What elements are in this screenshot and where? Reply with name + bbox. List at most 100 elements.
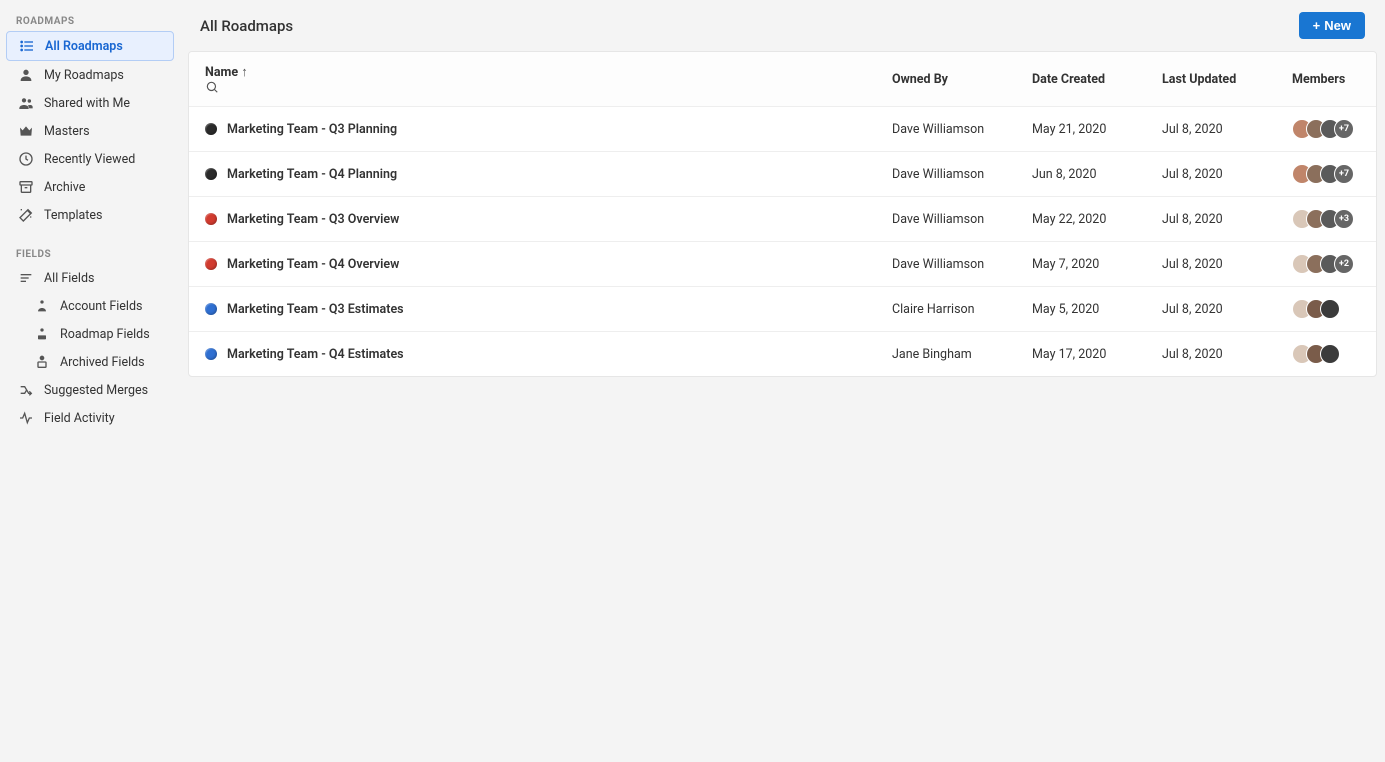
sidebar-item-field-activity[interactable]: Field Activity — [6, 404, 174, 432]
roadmap-name: Marketing Team - Q3 Estimates — [227, 302, 404, 317]
created-cell: May 21, 2020 — [1016, 107, 1146, 152]
avatar-more[interactable]: +2 — [1334, 254, 1354, 274]
updated-cell: Jul 8, 2020 — [1146, 152, 1276, 197]
sidebar-item-label: Recently Viewed — [44, 152, 135, 167]
sidebar-item-shared-with-me[interactable]: Shared with Me — [6, 89, 174, 117]
sidebar-item-recently-viewed[interactable]: Recently Viewed — [6, 145, 174, 173]
table-row[interactable]: Marketing Team - Q3 PlanningDave William… — [189, 107, 1376, 152]
archive-icon — [16, 179, 36, 195]
updated-cell: Jul 8, 2020 — [1146, 107, 1276, 152]
members-cell: +3 — [1276, 197, 1376, 242]
sidebar-item-label: My Roadmaps — [44, 68, 124, 83]
column-header-created[interactable]: Date Created — [1016, 52, 1146, 107]
sidebar-item-masters[interactable]: Masters — [6, 117, 174, 145]
header: All Roadmaps + New — [188, 8, 1377, 51]
sort-asc-icon[interactable]: ↑ — [241, 65, 248, 80]
sidebar-title-roadmaps: ROADMAPS — [6, 10, 174, 31]
color-dot-icon — [205, 123, 217, 135]
color-dot-icon — [205, 168, 217, 180]
members-cell — [1276, 332, 1376, 377]
owner-cell: Dave Williamson — [876, 197, 1016, 242]
activity-icon — [16, 410, 36, 426]
updated-cell: Jul 8, 2020 — [1146, 197, 1276, 242]
table-row[interactable]: Marketing Team - Q3 Estimates Claire Harr… — [189, 287, 1376, 332]
sidebar-item-label: Templates — [44, 208, 102, 223]
sidebar: ROADMAPS All Roadmaps My Roadmaps Shared… — [0, 0, 180, 762]
owner-cell: Claire Harrison — [876, 287, 1016, 332]
lines-icon — [16, 270, 36, 286]
members-cell: +7 — [1276, 152, 1376, 197]
column-header-name[interactable]: Name ↑ — [189, 52, 876, 107]
roadmaps-table: Name ↑ Owned By Date Created Last Update… — [188, 51, 1377, 377]
created-cell: May 22, 2020 — [1016, 197, 1146, 242]
sidebar-item-archive[interactable]: Archive — [6, 173, 174, 201]
roadmap-name: Marketing Team - Q3 Overview — [227, 212, 399, 227]
sidebar-item-account-fields[interactable]: Account Fields — [6, 292, 174, 320]
new-button-label: New — [1324, 18, 1351, 33]
roadmap-name: Marketing Team - Q4 Planning — [227, 167, 397, 182]
table-row[interactable]: Marketing Team - Q3 Overview Dave William… — [189, 197, 1376, 242]
sidebar-item-my-roadmaps[interactable]: My Roadmaps — [6, 61, 174, 89]
page-title: All Roadmaps — [200, 17, 293, 35]
sidebar-item-all-roadmaps[interactable]: All Roadmaps — [6, 31, 174, 61]
roadmap-name: Marketing Team - Q4 Overview — [227, 257, 399, 272]
sidebar-item-label: Field Activity — [44, 411, 115, 426]
person-icon — [16, 67, 36, 83]
members-cell — [1276, 287, 1376, 332]
owner-cell: Dave Williamson — [876, 152, 1016, 197]
wand-icon — [16, 207, 36, 223]
sidebar-item-label: All Fields — [44, 271, 94, 286]
node-archive-icon — [32, 354, 52, 370]
members-cell: +7 — [1276, 107, 1376, 152]
sidebar-item-label: Roadmap Fields — [60, 327, 150, 342]
sidebar-title-fields: FIELDS — [6, 243, 174, 264]
avatar[interactable] — [1320, 344, 1340, 364]
color-dot-icon — [205, 213, 217, 225]
column-header-updated[interactable]: Last Updated — [1146, 52, 1276, 107]
col-name-label: Name — [205, 65, 238, 80]
roadmap-name: Marketing Team - Q3 Planning — [227, 122, 397, 137]
color-dot-icon — [205, 258, 217, 270]
new-button[interactable]: + New — [1299, 12, 1365, 39]
owner-cell: Dave Williamson — [876, 242, 1016, 287]
sidebar-item-label: All Roadmaps — [45, 39, 123, 54]
roadmap-name: Marketing Team - Q4 Estimates — [227, 347, 404, 362]
sidebar-item-label: Masters — [44, 124, 90, 139]
table-row[interactable]: Marketing Team - Q4 Overview Dave William… — [189, 242, 1376, 287]
sidebar-item-templates[interactable]: Templates — [6, 201, 174, 229]
sidebar-section-roadmaps: ROADMAPS All Roadmaps My Roadmaps Shared… — [6, 10, 174, 229]
column-header-members[interactable]: Members — [1276, 52, 1376, 107]
sidebar-item-roadmap-fields[interactable]: Roadmap Fields — [6, 320, 174, 348]
sidebar-item-label: Archive — [44, 180, 85, 195]
people-icon — [16, 95, 36, 111]
column-header-owner[interactable]: Owned By — [876, 52, 1016, 107]
table-row[interactable]: Marketing Team - Q4 Estimates Jane Bingha… — [189, 332, 1376, 377]
sidebar-item-archived-fields[interactable]: Archived Fields — [6, 348, 174, 376]
updated-cell: Jul 8, 2020 — [1146, 242, 1276, 287]
created-cell: May 7, 2020 — [1016, 242, 1146, 287]
color-dot-icon — [205, 348, 217, 360]
avatar[interactable] — [1320, 299, 1340, 319]
table-row[interactable]: Marketing Team - Q4 Planning Dave William… — [189, 152, 1376, 197]
node-icon — [32, 326, 52, 342]
avatar-more[interactable]: +7 — [1334, 119, 1354, 139]
created-cell: May 5, 2020 — [1016, 287, 1146, 332]
node-icon — [32, 298, 52, 314]
updated-cell: Jul 8, 2020 — [1146, 287, 1276, 332]
avatar-more[interactable]: +7 — [1334, 164, 1354, 184]
sidebar-item-label: Account Fields — [60, 299, 142, 314]
list-icon — [17, 38, 37, 54]
sidebar-section-fields: FIELDS All Fields Account Fields Roadmap… — [6, 243, 174, 432]
merge-icon — [16, 382, 36, 398]
avatar-more[interactable]: +3 — [1334, 209, 1354, 229]
members-cell: +2 — [1276, 242, 1376, 287]
search-icon[interactable] — [205, 80, 860, 94]
color-dot-icon — [205, 303, 217, 315]
created-cell: Jun 8, 2020 — [1016, 152, 1146, 197]
plus-icon: + — [1313, 18, 1321, 33]
sidebar-item-label: Archived Fields — [60, 355, 145, 370]
sidebar-item-all-fields[interactable]: All Fields — [6, 264, 174, 292]
sidebar-item-suggested-merges[interactable]: Suggested Merges — [6, 376, 174, 404]
sidebar-item-label: Suggested Merges — [44, 383, 148, 398]
owner-cell: Jane Bingham — [876, 332, 1016, 377]
